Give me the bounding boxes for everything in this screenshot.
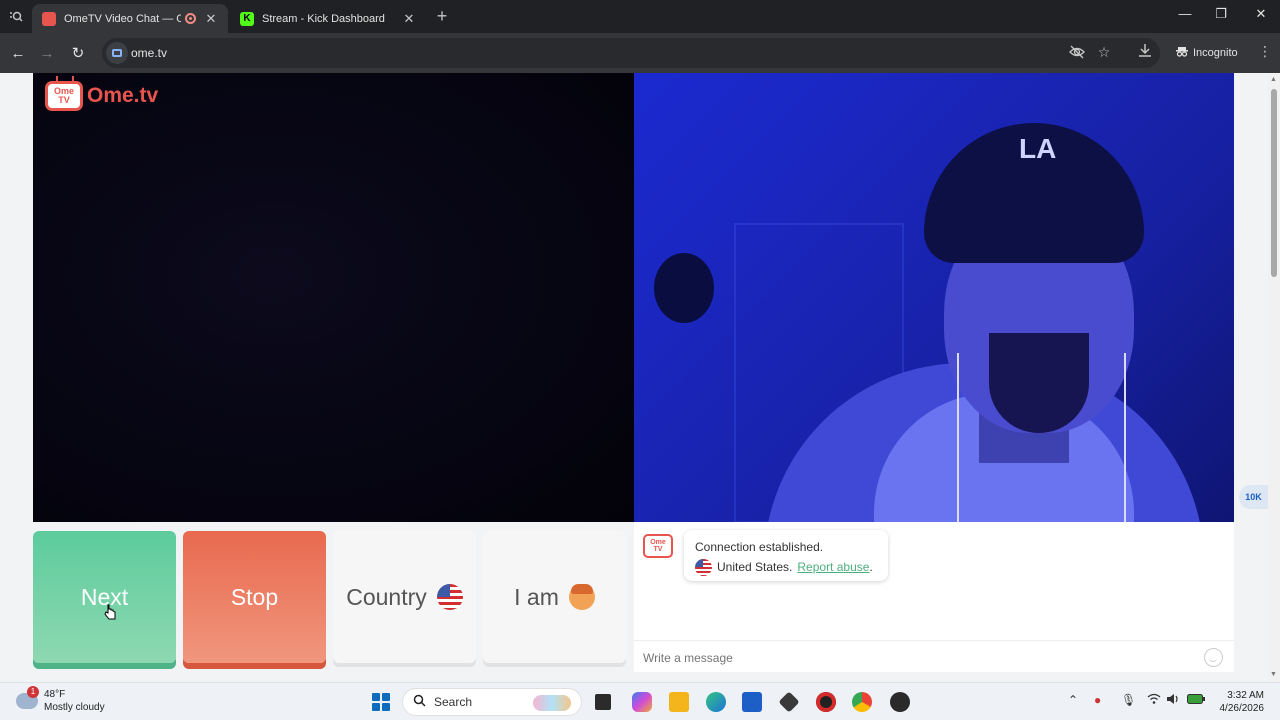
ometv-favicon-icon (42, 11, 56, 26)
system-clock[interactable]: 3:32 AM 4/26/2026 (1214, 689, 1265, 715)
edge-browser-icon[interactable] (706, 692, 726, 712)
extension-widget-badge[interactable]: 10K (1239, 485, 1268, 509)
ometv-logo-text: Ome.tv (87, 84, 159, 107)
microsoft-store-icon[interactable] (742, 692, 762, 712)
recording-app-icon[interactable] (816, 692, 836, 712)
download-icon[interactable] (1138, 43, 1152, 60)
recording-icon (185, 13, 196, 24)
country-button[interactable]: Country (333, 531, 476, 663)
copilot-icon[interactable] (632, 692, 652, 712)
chat-divider (634, 640, 1234, 641)
restore-icon[interactable]: ❐ (1206, 6, 1236, 22)
chrome-icon[interactable] (852, 692, 872, 712)
minimize-icon[interactable]: — (1170, 6, 1200, 21)
kick-favicon-icon: K (240, 11, 254, 26)
file-explorer-icon[interactable] (669, 692, 689, 712)
hand-cursor-icon (104, 604, 116, 620)
obs-studio-icon[interactable] (890, 692, 910, 712)
wifi-icon[interactable] (1147, 693, 1161, 708)
browser-toolbar: ← → ↻ ome.tv ☆ Incognito ⋮ (0, 33, 1280, 73)
system-message: Connection established. United States. R… (684, 530, 888, 581)
clock-time: 3:32 AM (1227, 690, 1264, 701)
emoji-picker-icon[interactable] (1204, 648, 1223, 667)
search-icon (413, 694, 426, 710)
scroll-thumb[interactable] (1271, 89, 1277, 277)
stop-label: Stop (230, 583, 279, 610)
browser-menu-icon[interactable]: ⋮ (1258, 43, 1272, 60)
tab-kick-dashboard[interactable]: K Stream - Kick Dashboard ✕ (230, 4, 426, 33)
stop-button[interactable]: Stop (183, 531, 326, 663)
windows-start-icon[interactable] (372, 693, 390, 711)
camera-permission-icon[interactable] (106, 42, 128, 64)
url-text: ome.tv (131, 46, 168, 60)
battery-icon[interactable] (1187, 693, 1205, 707)
incognito-icon (1176, 45, 1188, 60)
search-highlight-icon (533, 695, 571, 711)
next-button[interactable]: Next (33, 531, 176, 663)
stranger-beard (989, 333, 1089, 433)
forward-icon[interactable]: → (36, 42, 58, 64)
earbud-cable (957, 353, 959, 522)
connection-status: Connection established. (695, 540, 824, 554)
incognito-indicator[interactable]: Incognito (1176, 45, 1238, 60)
tab-ometv[interactable]: OmeTV Video Chat — Ome ✕ (32, 4, 228, 33)
tab-title: OmeTV Video Chat — Ome (64, 12, 181, 25)
ometv-logo[interactable]: Ome TV Ome.tv (45, 81, 158, 111)
volume-icon[interactable] (1166, 693, 1180, 708)
weather-notification-badge: 1 (27, 686, 39, 698)
chat-panel: Ome TV Connection established. United St… (634, 522, 1234, 672)
tab-search-icon[interactable] (6, 7, 26, 27)
eye-slash-icon[interactable] (1067, 44, 1087, 63)
taskbar-search[interactable]: Search (402, 688, 582, 716)
window-close-icon[interactable]: ✕ (1246, 6, 1276, 22)
us-flag-icon (436, 584, 463, 610)
ometv-logo-icon: Ome TV (45, 81, 83, 111)
app-cube-icon[interactable] (778, 691, 800, 713)
incognito-label: Incognito (1193, 46, 1238, 59)
windows-taskbar: 48°F Mostly cloudy 1 Search ⌃ ● 🎙︎ 3:32 … (0, 682, 1280, 720)
temperature: 48°F (44, 689, 66, 700)
reload-icon[interactable]: ↻ (67, 42, 89, 64)
scroll-down-icon[interactable]: ▼ (1270, 671, 1277, 678)
ometv-page: Ome TV Ome.tv LA Next Stop Country I am … (0, 73, 1268, 682)
background-lamp (654, 253, 714, 323)
task-view-icon[interactable] (595, 694, 611, 710)
local-video: Ome TV Ome.tv (33, 73, 634, 522)
bookmark-star-icon[interactable]: ☆ (1094, 44, 1114, 61)
stranger-country: United States. (717, 560, 793, 574)
page-scrollbar[interactable]: ▲ ▼ (1268, 73, 1280, 682)
search-label: Search (434, 695, 473, 709)
microphone-icon[interactable]: 🎙︎ (1121, 693, 1136, 707)
browser-tab-bar: OmeTV Video Chat — Ome ✕ K Stream - Kick… (0, 0, 1280, 33)
iam-label: I am (514, 583, 559, 610)
new-tab-icon[interactable]: + (432, 6, 452, 27)
stranger-video: LA (634, 73, 1234, 522)
address-bar[interactable]: ome.tv ☆ (102, 38, 1160, 68)
weather-condition: Mostly cloudy (44, 702, 105, 713)
us-flag-icon (695, 558, 712, 576)
security-tray-icon[interactable]: ● (1094, 693, 1101, 707)
report-abuse-link[interactable]: Report abuse (797, 560, 869, 574)
country-label: Country (346, 583, 427, 610)
gender-button[interactable]: I am (483, 531, 626, 663)
ometv-chat-avatar-icon: Ome TV (643, 534, 673, 558)
clock-date: 4/26/2026 (1219, 703, 1265, 714)
report-suffix: . (869, 560, 873, 574)
tray-overflow-icon[interactable]: ⌃ (1068, 693, 1078, 707)
scroll-up-icon[interactable]: ▲ (1270, 76, 1277, 83)
boy-face-icon (568, 584, 595, 610)
cap-logo: LA (1019, 133, 1057, 164)
tab-close-icon[interactable]: ✕ (402, 11, 416, 27)
earbud-cable (1124, 353, 1126, 522)
message-input[interactable] (643, 650, 1183, 666)
back-icon[interactable]: ← (7, 42, 29, 64)
tab-close-icon[interactable]: ✕ (204, 11, 218, 27)
tab-title: Stream - Kick Dashboard (262, 12, 385, 25)
